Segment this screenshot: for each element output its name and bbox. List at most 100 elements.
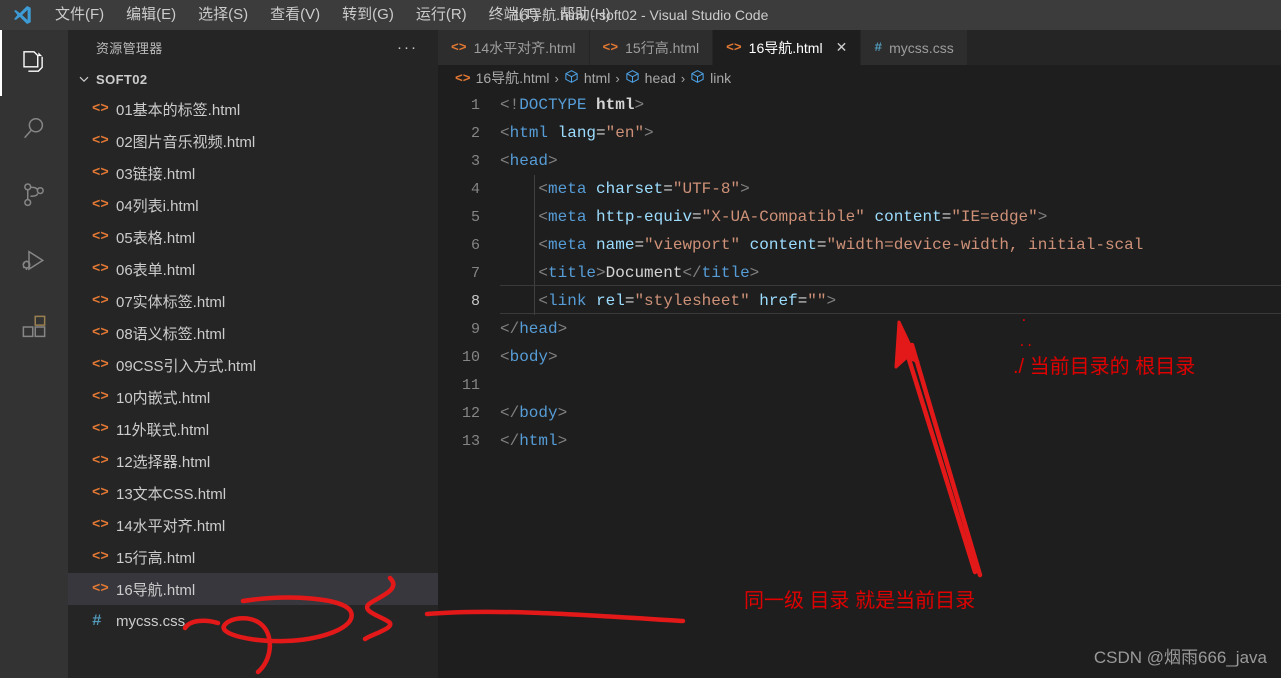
file-tree-item-selected[interactable]: <> 16导航.html (68, 573, 438, 605)
file-tree-item[interactable]: <> 01基本的标签.html (68, 93, 438, 125)
file-tree-item[interactable]: <> 12选择器.html (68, 445, 438, 477)
tab-label: mycss.css (889, 39, 954, 56)
file-tree-item[interactable]: # mycss.css (68, 605, 438, 637)
line-number: 3 (470, 152, 480, 170)
run-and-debug-icon (19, 246, 49, 276)
activity-item-search[interactable] (0, 96, 68, 162)
code-line: 7 <title>Document</title> (438, 259, 1281, 287)
close-icon[interactable]: ✕ (836, 39, 848, 56)
file-name: 11外联式.html (116, 421, 210, 439)
breadcrumb-item-head[interactable]: head (625, 69, 676, 87)
file-tree-item[interactable]: <> 15行高.html (68, 541, 438, 573)
code-text: </html> (500, 432, 568, 450)
html-file-icon: <> (92, 197, 109, 213)
breadcrumb: <> 16导航.html › html › head › link (438, 65, 1281, 91)
file-tree-item[interactable]: <> 13文本CSS.html (68, 477, 438, 509)
code-line: 11 (438, 371, 1281, 399)
breadcrumb-item-html[interactable]: html (564, 69, 610, 87)
vscode-window: 文件(F) 编辑(E) 选择(S) 查看(V) 转到(G) 运行(R) 终端(T… (0, 0, 1281, 678)
code-line: 5 <meta http-equiv="X-UA-Compatible" con… (438, 203, 1281, 231)
file-name: 16导航.html (116, 581, 196, 599)
html-file-icon: <> (451, 40, 467, 55)
html-file-icon: <> (92, 517, 109, 533)
tab-16导航-active[interactable]: <> 16导航.html ✕ (713, 30, 862, 65)
html-file-icon: <> (602, 40, 619, 55)
file-name: 08语义标签.html (116, 325, 226, 343)
file-name: 14水平对齐.html (116, 517, 226, 535)
chevron-down-icon (76, 71, 92, 87)
line-number: 13 (461, 432, 480, 450)
code-editor[interactable]: 1 <!DOCTYPE html> 2 <html lang="en"> 3 <… (438, 91, 1281, 678)
html-file-icon: <> (92, 229, 109, 245)
html-file-icon: <> (92, 293, 109, 309)
html-file-icon: <> (92, 581, 109, 597)
file-tree-item[interactable]: <> 09CSS引入方式.html (68, 349, 438, 381)
explorer-more-actions-button[interactable]: ··· (397, 40, 418, 55)
code-text: <html lang="en"> (500, 124, 654, 142)
css-file-icon: # (92, 612, 102, 630)
menu-terminal[interactable]: 终端(T) (478, 0, 549, 30)
html-file-icon: <> (92, 485, 109, 501)
code-line: 9 </head> (438, 315, 1281, 343)
menu-bar: 文件(F) 编辑(E) 选择(S) 查看(V) 转到(G) 运行(R) 终端(T… (44, 0, 622, 30)
file-tree-item[interactable]: <> 04列表i.html (68, 189, 438, 221)
line-number: 10 (461, 348, 480, 366)
code-text: <link rel="stylesheet" href=""> (538, 292, 837, 310)
file-name: 05表格.html (116, 229, 196, 247)
breadcrumb-item-link[interactable]: link (690, 69, 731, 87)
file-tree-item[interactable]: <> 07实体标签.html (68, 285, 438, 317)
file-name: 04列表i.html (116, 197, 199, 215)
file-name: 10内嵌式.html (116, 389, 211, 407)
code-line: 6 <meta name="viewport" content="width=d… (438, 231, 1281, 259)
file-name: 02图片音乐视频.html (116, 133, 256, 151)
file-tree-item[interactable]: <> 05表格.html (68, 221, 438, 253)
line-number: 2 (470, 124, 480, 142)
file-tree-item[interactable]: <> 06表单.html (68, 253, 438, 285)
activity-item-explorer[interactable] (0, 30, 68, 96)
tab-14水平对齐[interactable]: <> 14水平对齐.html (438, 30, 590, 65)
explorer-root-folder[interactable]: SOFT02 (68, 65, 438, 93)
html-file-icon: <> (92, 453, 109, 469)
menu-help[interactable]: 帮助(H) (549, 0, 622, 30)
breadcrumb-separator: › (554, 70, 559, 86)
explorer-sidebar: 资源管理器 ··· SOFT02 <> 01基本的标签.html <> 02图片… (68, 30, 438, 678)
file-name: 01基本的标签.html (116, 101, 241, 119)
activity-item-source-control[interactable] (0, 162, 68, 228)
html-file-icon: <> (92, 101, 109, 117)
menu-go[interactable]: 转到(G) (331, 0, 405, 30)
code-line-active: 8 <link rel="stylesheet" href=""> (438, 287, 1281, 315)
menu-file[interactable]: 文件(F) (44, 0, 115, 30)
active-line-border-top (500, 285, 1281, 286)
menu-selection[interactable]: 选择(S) (187, 0, 259, 30)
file-tree-item[interactable]: <> 08语义标签.html (68, 317, 438, 349)
breadcrumb-label: head (644, 70, 676, 86)
line-number: 4 (470, 180, 480, 198)
activity-item-extensions[interactable] (0, 294, 68, 360)
file-tree-item[interactable]: <> 11外联式.html (68, 413, 438, 445)
symbol-cube-icon (690, 69, 705, 87)
code-text: </body> (500, 404, 568, 422)
file-name: 15行高.html (116, 549, 196, 567)
file-tree-item[interactable]: <> 10内嵌式.html (68, 381, 438, 413)
activity-item-run-debug[interactable] (0, 228, 68, 294)
html-file-icon: <> (92, 133, 109, 149)
code-text: <meta http-equiv="X-UA-Compatible" conte… (538, 208, 1048, 226)
tab-mycss[interactable]: # mycss.css (861, 30, 968, 65)
file-tree-item[interactable]: <> 03链接.html (68, 157, 438, 189)
file-name: 12选择器.html (116, 453, 211, 471)
file-name: 13文本CSS.html (116, 485, 227, 503)
vscode-logo-icon (0, 0, 44, 30)
line-number: 8 (470, 292, 480, 310)
tab-bar: <> 14水平对齐.html <> 15行高.html <> 16导航.html… (438, 30, 1281, 65)
menu-run[interactable]: 运行(R) (405, 0, 478, 30)
active-line-border-bottom (500, 313, 1281, 314)
tab-label: 15行高.html (625, 39, 700, 56)
menu-view[interactable]: 查看(V) (259, 0, 331, 30)
file-tree-item[interactable]: <> 02图片音乐视频.html (68, 125, 438, 157)
file-tree-item[interactable]: <> 14水平对齐.html (68, 509, 438, 541)
tab-15行高[interactable]: <> 15行高.html (589, 30, 714, 65)
menu-edit[interactable]: 编辑(E) (115, 0, 187, 30)
file-name: 09CSS引入方式.html (116, 357, 257, 375)
breadcrumb-item-file[interactable]: <> 16导航.html (455, 68, 550, 88)
code-line: 13 </html> (438, 427, 1281, 455)
